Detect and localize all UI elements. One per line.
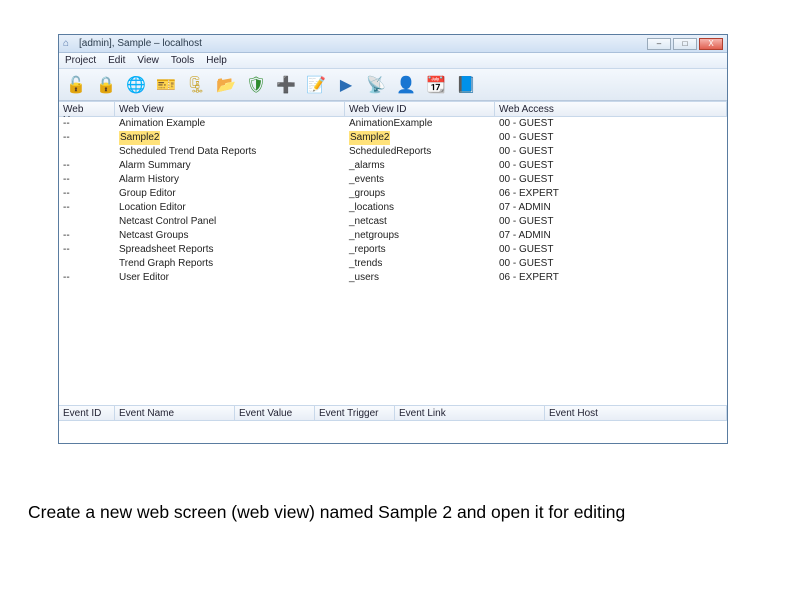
table-row[interactable]: --Netcast Groups_netgroups07 - ADMIN: [59, 229, 727, 243]
edit-note-icon[interactable]: 📝: [303, 72, 329, 98]
event-column-headers: Event ID Event Name Event Value Event Tr…: [59, 405, 727, 421]
table-row[interactable]: --Sample2Sample200 - GUEST: [59, 131, 727, 145]
antenna-icon[interactable]: 📡: [363, 72, 389, 98]
table-row[interactable]: --Alarm History_events00 - GUEST: [59, 173, 727, 187]
calendar-icon[interactable]: 📆: [423, 72, 449, 98]
table-row[interactable]: --Group Editor_groups06 - EXPERT: [59, 187, 727, 201]
column-headers: Web Users Web View Web View ID Web Acces…: [59, 101, 727, 117]
instruction-caption: Create a new web screen (web view) named…: [28, 502, 766, 523]
book-icon[interactable]: 📘: [453, 72, 479, 98]
event-list[interactable]: [59, 421, 727, 443]
user-icon[interactable]: 👤: [393, 72, 419, 98]
menu-view[interactable]: View: [137, 55, 159, 66]
add-icon[interactable]: ➕: [273, 72, 299, 98]
table-row[interactable]: Scheduled Trend Data ReportsScheduledRep…: [59, 145, 727, 159]
folder-icon[interactable]: 📂: [213, 72, 239, 98]
toolbar: 🔓🔒🌐🎫🗜📂🛡➕📝▶📡👤📆📘: [59, 69, 727, 101]
col-event-trigger[interactable]: Event Trigger: [315, 406, 395, 420]
col-event-host[interactable]: Event Host: [545, 406, 727, 420]
col-event-link[interactable]: Event Link: [395, 406, 545, 420]
window-buttons: – □ X: [647, 38, 723, 50]
menu-edit[interactable]: Edit: [108, 55, 125, 66]
table-row[interactable]: --Animation ExampleAnimationExample00 - …: [59, 117, 727, 131]
open-globe-icon[interactable]: 🌐: [123, 72, 149, 98]
menu-help[interactable]: Help: [206, 55, 227, 66]
col-event-id[interactable]: Event ID: [59, 406, 115, 420]
table-row[interactable]: Netcast Control Panel_netcast00 - GUEST: [59, 215, 727, 229]
menu-bar: Project Edit View Tools Help: [59, 53, 727, 69]
col-event-value[interactable]: Event Value: [235, 406, 315, 420]
web-view-list[interactable]: --Animation ExampleAnimationExample00 - …: [59, 117, 727, 405]
lock-icon[interactable]: 🔒: [93, 72, 119, 98]
table-row[interactable]: --Location Editor_locations07 - ADMIN: [59, 201, 727, 215]
menu-tools[interactable]: Tools: [171, 55, 194, 66]
play-icon[interactable]: ▶: [333, 72, 359, 98]
zip-icon[interactable]: 🗜: [183, 72, 209, 98]
titlebar: ⌂ [admin], Sample – localhost – □ X: [59, 35, 727, 53]
shield-icon[interactable]: 🛡: [243, 72, 269, 98]
app-icon: ⌂: [63, 38, 75, 50]
table-row[interactable]: Trend Graph Reports_trends00 - GUEST: [59, 257, 727, 271]
close-button[interactable]: X: [699, 38, 723, 50]
app-window: ⌂ [admin], Sample – localhost – □ X Proj…: [58, 34, 728, 444]
col-event-name[interactable]: Event Name: [115, 406, 235, 420]
table-row[interactable]: --Alarm Summary_alarms00 - GUEST: [59, 159, 727, 173]
table-row[interactable]: --User Editor_users06 - EXPERT: [59, 271, 727, 285]
table-row[interactable]: --Spreadsheet Reports_reports00 - GUEST: [59, 243, 727, 257]
col-web-view[interactable]: Web View: [115, 102, 345, 116]
col-web-access[interactable]: Web Access: [495, 102, 727, 116]
maximize-button[interactable]: □: [673, 38, 697, 50]
window-title: [admin], Sample – localhost: [79, 38, 647, 49]
open-ticket-icon[interactable]: 🎫: [153, 72, 179, 98]
minimize-button[interactable]: –: [647, 38, 671, 50]
menu-project[interactable]: Project: [65, 55, 96, 66]
col-web-view-id[interactable]: Web View ID: [345, 102, 495, 116]
unlock-icon[interactable]: 🔓: [63, 72, 89, 98]
col-web-users[interactable]: Web Users: [59, 102, 115, 116]
